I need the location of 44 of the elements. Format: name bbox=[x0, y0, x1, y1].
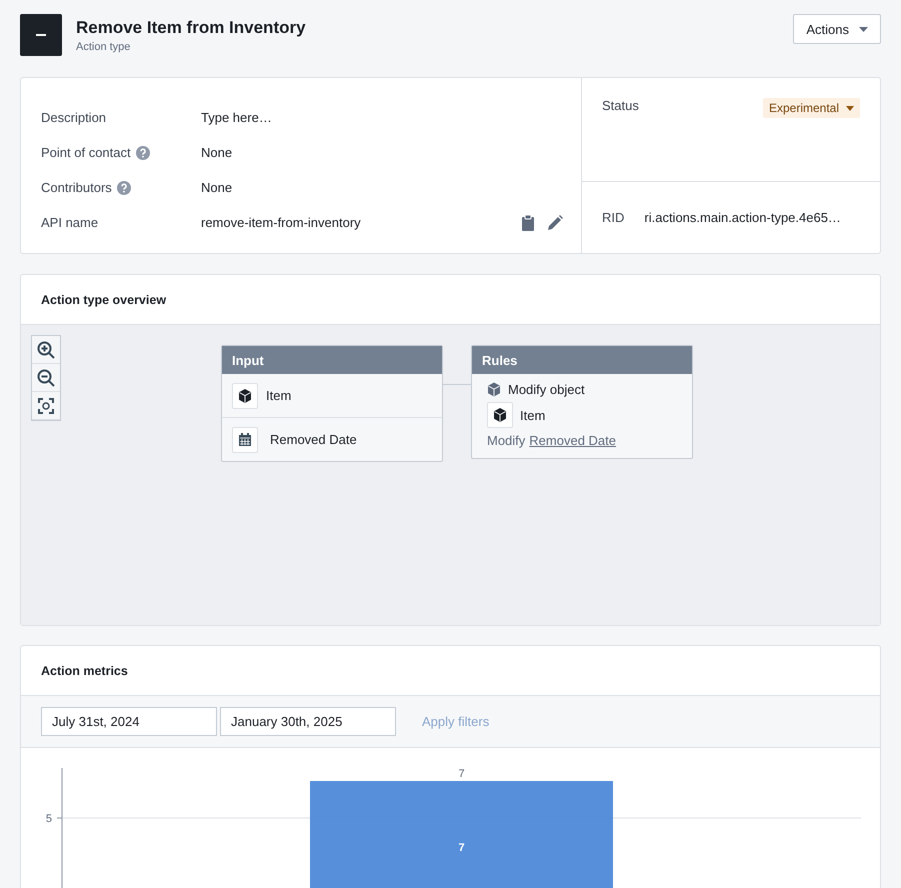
node-title: Input bbox=[222, 346, 442, 374]
y-tick-label: 5 bbox=[46, 813, 52, 825]
field-label: Point of contact bbox=[41, 145, 131, 160]
cube-icon bbox=[487, 402, 513, 428]
bar-value-label: 7 bbox=[458, 768, 465, 780]
node-title: Rules bbox=[472, 346, 692, 374]
field-value[interactable]: None bbox=[201, 145, 581, 160]
section-title: Action type overview bbox=[41, 292, 166, 306]
connector-line bbox=[441, 384, 471, 385]
caret-icon bbox=[859, 26, 868, 32]
cube-icon bbox=[487, 382, 501, 397]
start-date-field[interactable]: July 31st, 2024 bbox=[41, 707, 217, 736]
caret-icon bbox=[846, 106, 854, 110]
object-label: Item bbox=[520, 408, 546, 422]
rid-label: RID bbox=[602, 210, 624, 225]
action-type-icon bbox=[20, 14, 62, 56]
rid-value: ri.actions.main.action-type.4e65… bbox=[644, 210, 841, 225]
input-node[interactable]: Input Item Removed Date bbox=[221, 345, 443, 462]
actions-button[interactable]: Actions bbox=[793, 14, 881, 44]
field-label: Contributors bbox=[41, 180, 112, 195]
property-link[interactable]: Removed Date bbox=[529, 433, 616, 448]
field-value[interactable]: None bbox=[201, 180, 581, 195]
status-dropdown[interactable]: Experimental bbox=[762, 98, 860, 118]
field-label: Description bbox=[41, 110, 106, 125]
field-value[interactable]: Type here… bbox=[201, 110, 581, 125]
input-label: Item bbox=[266, 388, 292, 403]
rule-label: Modify object bbox=[508, 382, 585, 397]
page-subtitle: Action type bbox=[76, 40, 132, 52]
section-title: Action metrics bbox=[41, 664, 128, 678]
help-icon[interactable] bbox=[116, 180, 131, 194]
field-value: remove-item-from-inventory bbox=[201, 215, 362, 230]
bar-value-label: 7 bbox=[458, 842, 465, 854]
status-label: Status bbox=[602, 98, 639, 113]
field-label: API name bbox=[41, 215, 98, 230]
edit-icon[interactable] bbox=[548, 215, 563, 230]
input-label: Removed Date bbox=[270, 432, 357, 447]
modify-text: Modify bbox=[487, 433, 526, 448]
rules-node[interactable]: Rules Modify object Item Modify Removed Date bbox=[471, 345, 693, 459]
calendar-icon bbox=[232, 426, 258, 452]
end-date-field[interactable]: January 30th, 2025 bbox=[220, 707, 396, 736]
cube-icon bbox=[232, 382, 258, 408]
clipboard-icon[interactable] bbox=[522, 214, 534, 230]
page-title: Remove Item from Inventory bbox=[76, 18, 307, 38]
help-icon[interactable] bbox=[136, 146, 150, 160]
